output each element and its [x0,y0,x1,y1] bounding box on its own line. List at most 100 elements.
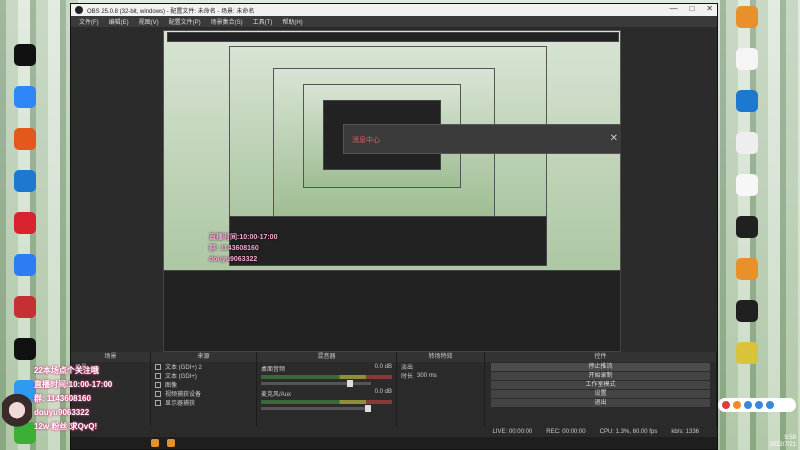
close-button[interactable]: ✕ [706,4,713,13]
desktop-shortcut[interactable] [2,170,48,208]
docx-icon [736,48,758,70]
exit-button[interactable]: 退出 [491,399,710,407]
source-label: 显示器捕获 [165,401,196,407]
desktop-shortcut[interactable] [724,132,770,170]
desktop-shortcut[interactable] [724,258,770,296]
desktop-shortcut[interactable] [724,6,770,44]
desktop-shortcut[interactable] [2,212,48,250]
taskbar-app-icon[interactable] [167,439,175,447]
slider-knob[interactable] [347,380,353,387]
skin-icon[interactable] [766,401,774,409]
desktop-shortcut[interactable] [724,48,770,86]
settings-button[interactable]: 设置 [491,390,710,398]
transitions-header: 转场特效 [397,352,484,362]
tray-time: 9:59 [784,435,796,441]
dialog-title: 消息中心 [352,137,380,144]
obs-window: OBS 25.0.8 (32-bit, windows) - 配置文件: 未命名… [70,3,718,450]
source-item[interactable]: 视频捕获设备 [151,389,256,398]
title-bar: OBS 25.0.8 (32-bit, windows) - 配置文件: 未命名… [71,4,717,16]
tencent-game-icon [14,128,36,150]
desktop-shortcut[interactable] [724,90,770,128]
channel-name: 桌面音频 [261,367,286,373]
desktop-shortcut[interactable] [2,128,48,166]
menu-view[interactable]: 视图(V) [139,17,159,26]
menu-help[interactable]: 帮助(H) [282,17,302,26]
maximize-button[interactable]: □ [689,4,694,13]
source-item[interactable]: 文本 (GDI+) 2 [151,362,256,371]
source-label: 文本 (GDI+) [165,374,197,380]
overlay-line-3: douyu9063322 [34,408,90,417]
desktop-shortcut[interactable] [2,86,48,124]
source-label: 图像 [165,383,178,389]
mixer-channel-mic: 麦克风/Aux 0.0 dB [257,387,396,412]
sogou-input-toolbar[interactable] [718,398,796,412]
png-file-icon [736,132,758,154]
capcut-icon [14,44,36,66]
controls-dock: 控件 停止推流 开始录制 工作室模式 设置 退出 [485,352,717,428]
message-center-dialog: 消息中心 ✕ [343,124,621,154]
tray-date: 2022/7/21 [769,442,796,448]
keyboard-icon[interactable] [755,401,763,409]
slider-knob[interactable] [365,405,371,412]
transition-select[interactable]: 淡出 [397,362,484,371]
preview-canvas[interactable]: 消息中心 ✕ 直播时间:10:00-17:00 群: 1143608160 do… [163,30,621,352]
mixer-channel-desktop: 桌面音频 0.0 dB [257,362,396,387]
sogou-icon[interactable] [722,401,730,409]
menu-scene-collection[interactable]: 场景集合(S) [211,17,243,26]
mic-icon[interactable] [744,401,752,409]
desktop-shortcut[interactable] [2,296,48,334]
obs-logo-icon [75,6,83,14]
desktop-shortcut[interactable] [2,44,48,82]
monitor-source-icon [155,399,161,406]
dock-area: 场景 场景 来源 文本 (GDI+) 2 文本 (GDI+) 图像 视频捕获设备… [71,352,717,428]
source-item[interactable]: 图像 [151,380,256,389]
menu-profile[interactable]: 配置文件(P) [169,17,201,26]
obs-icon [736,300,758,322]
ie-icon [736,90,758,112]
start-recording-button[interactable]: 开始录制 [491,372,710,380]
image-source-icon [155,381,161,388]
desktop-shortcut[interactable] [724,216,770,254]
desktop-shortcut[interactable] [724,174,770,212]
sources-dock: 来源 文本 (GDI+) 2 文本 (GDI+) 图像 视频捕获设备 显示器捕获 [151,352,257,428]
app-icon [736,258,758,280]
chinese-mode-icon[interactable] [733,401,741,409]
rec-status: REC: 00:00:00 [546,428,586,435]
nested-overlay-text: 直播时间:10:00-17:00 群: 1143608160 douyu9063… [209,232,277,265]
source-item[interactable]: 显示器捕获 [151,398,256,407]
mixer-header: 混音器 [257,352,396,362]
transition-duration[interactable]: 时长 300 ms [397,371,484,381]
text-file-icon [736,174,758,196]
controls-header: 控件 [485,352,716,362]
menu-bar: 文件(F) 编辑(E) 视图(V) 配置文件(P) 场景集合(S) 工具(T) … [71,16,717,27]
channel-db: 0.0 dB [374,364,392,370]
nested-overlay-line-3: douyu9063322 [209,256,258,263]
desktop-shortcut[interactable] [724,300,770,338]
bitrate-status: kb/s: 1336 [671,428,699,435]
duration-value: 300 ms [417,372,437,379]
window-title: OBS 25.0.8 (32-bit, windows) - 配置文件: 未命名… [87,8,255,15]
overlay-line-2: 群: 1143608160 [34,394,91,403]
desktop-shortcut[interactable] [724,342,770,380]
volume-slider[interactable] [261,405,371,412]
sources-header: 来源 [151,352,256,362]
app-icon [736,342,758,364]
source-item[interactable]: 文本 (GDI+) [151,371,256,380]
taskbar-app-icon[interactable] [151,439,159,447]
stop-streaming-button[interactable]: 停止推流 [491,363,710,371]
desktop-shortcut[interactable] [2,254,48,292]
system-tray-clock[interactable]: 9:59 2022/7/21 [769,435,796,449]
live-status: LIVE: 00:00:00 [492,428,533,435]
text-source-icon [155,363,161,370]
menu-tools[interactable]: 工具(T) [253,17,273,26]
channel-name: 麦克风/Aux [261,392,292,398]
minimize-button[interactable]: — [669,4,677,13]
studio-mode-button[interactable]: 工作室模式 [491,381,710,389]
menu-edit[interactable]: 编辑(E) [109,17,129,26]
dialog-close-icon[interactable]: ✕ [610,133,618,144]
volume-slider[interactable] [261,380,371,387]
overlay-line-0: 22本场点个关注哦 [34,366,99,375]
folder-icon [736,6,758,28]
menu-file[interactable]: 文件(F) [79,17,99,26]
qq-browser-icon [14,254,36,276]
